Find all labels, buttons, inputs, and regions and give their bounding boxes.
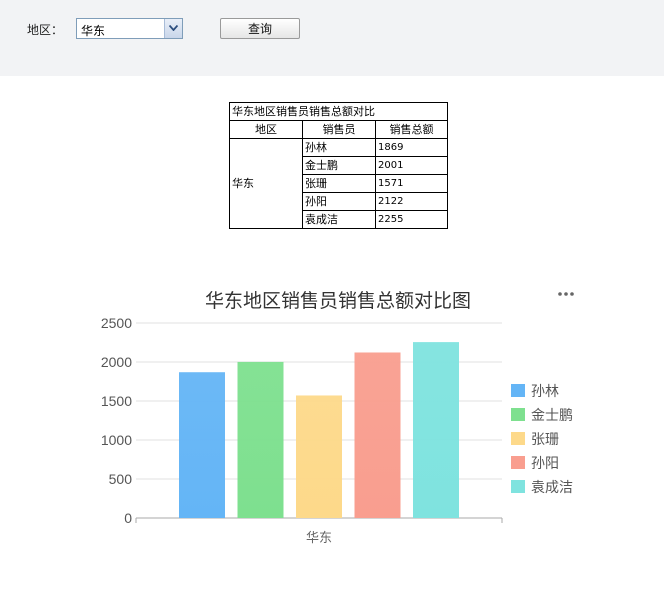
total-cell: 2122 [375,192,448,211]
legend-swatch [511,480,525,493]
dropdown-arrow-icon[interactable] [164,19,182,38]
salesperson-cell: 袁成洁 [302,210,376,229]
legend-item-label[interactable]: 孙阳 [531,456,559,472]
legend-item-label[interactable]: 孙林 [531,384,559,400]
legend-item-label[interactable]: 袁成洁 [531,480,573,496]
total-cell: 1571 [375,174,448,193]
legend-item-label[interactable]: 金士鹏 [531,408,573,424]
legend-swatch [511,456,525,469]
bar[interactable] [413,342,459,518]
y-tick-label: 500 [109,471,133,487]
total-cell: 2255 [375,210,448,229]
legend-item-label[interactable]: 张珊 [531,432,559,448]
region-select-value: 华东 [81,24,106,38]
y-tick-label: 0 [124,510,132,526]
header-total: 销售总额 [375,120,448,139]
salesperson-cell: 张珊 [302,174,376,193]
sales-table: 华东地区销售员销售总额对比 地区 销售员 销售总额 华东 孙林 1869 金士鹏… [229,102,448,229]
total-cell: 1869 [375,138,448,157]
bar-chart: 华东地区销售员销售总额对比图 0 500 1000 1500 2000 2500 华东 孙林… [101,290,574,546]
region-label: 地区： [27,23,64,37]
query-button[interactable]: 查询 [220,18,300,39]
salesperson-cell: 金士鹏 [302,156,376,175]
total-cell: 2001 [375,156,448,175]
more-dots-icon[interactable] [558,292,574,296]
query-toolbar: 地区： 华东 查询 [0,0,664,76]
region-cell: 华东 [229,138,303,229]
y-tick-label: 1500 [101,393,132,409]
table-title: 华东地区销售员销售总额对比 [229,102,448,121]
bar[interactable] [296,395,342,518]
legend-swatch [511,384,525,397]
y-tick-label: 2000 [101,354,132,370]
legend-swatch [511,408,525,421]
bar[interactable] [354,352,401,518]
header-salesperson: 销售员 [302,120,376,139]
y-tick-label: 1000 [101,432,132,448]
y-tick-label: 2500 [101,315,132,331]
x-category-label: 华东 [306,531,332,546]
salesperson-cell: 孙林 [302,138,376,157]
region-select[interactable]: 华东 [76,18,183,39]
chart-title: 华东地区销售员销售总额对比图 [205,290,471,312]
legend-swatch [511,432,525,445]
header-region: 地区 [229,120,303,139]
bar[interactable] [237,361,284,518]
bar[interactable] [179,372,225,518]
salesperson-cell: 孙阳 [302,192,376,211]
